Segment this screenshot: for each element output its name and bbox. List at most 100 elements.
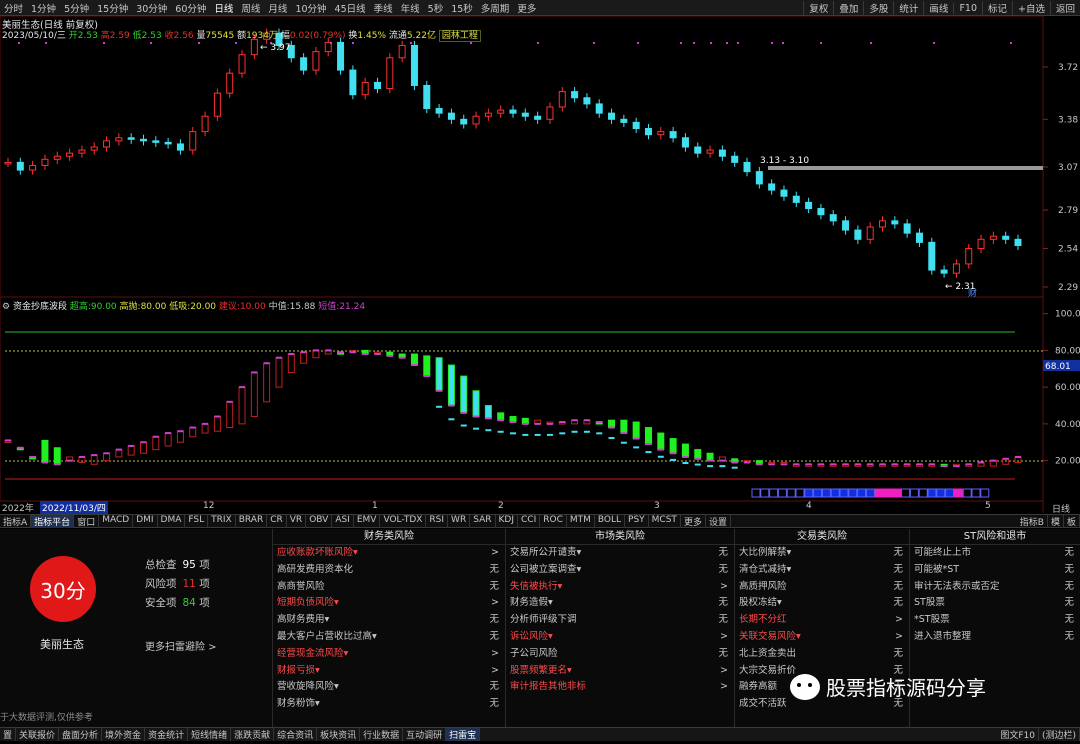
indicator-tab[interactable]: BOLL (595, 514, 626, 528)
risk-item[interactable]: 分析师评级下调 无 (506, 612, 734, 629)
risk-item[interactable]: 营收旋降风险▾ 无 (273, 679, 505, 696)
risk-item[interactable]: 可能终止上市 无 (910, 545, 1080, 562)
risk-item[interactable]: 财务粉饰▾ 无 (273, 696, 505, 713)
risk-item[interactable]: 审计报告其他非标 > (506, 679, 734, 696)
risk-item[interactable]: 诉讼风险▾ > (506, 629, 734, 646)
risk-item[interactable]: 经营现金流风险▾ > (273, 646, 505, 663)
indicator-tab[interactable]: MCST (649, 514, 681, 528)
risk-item[interactable]: *ST股票 无 (910, 612, 1080, 629)
indicator-tab[interactable]: DMI (133, 514, 158, 528)
toolbar-button[interactable]: 统计 (893, 1, 923, 15)
risk-item[interactable]: 长期不分红 > (735, 612, 909, 629)
indicator-tab-right[interactable]: 模 (1048, 514, 1064, 528)
toolbar-button[interactable]: F10 (953, 2, 982, 14)
toolbar-button[interactable]: 多股 (863, 1, 893, 15)
bottom-tab[interactable]: 短线情绪 (188, 728, 232, 741)
risk-item[interactable]: 进入退市整理 无 (910, 629, 1080, 646)
risk-item[interactable]: 应收账款坏账风险▾ > (273, 545, 505, 562)
period-tab[interactable]: 年线 (397, 1, 424, 15)
indicator-tab[interactable]: 窗口 (74, 514, 100, 528)
indicator-tab[interactable]: VOL-TDX (380, 514, 427, 528)
bottom-tab[interactable]: 资金统计 (145, 728, 189, 741)
indicator-tab[interactable]: OBV (306, 514, 333, 528)
period-tab[interactable]: 60分钟 (171, 1, 210, 15)
risk-item[interactable]: 公司被立案调查▾ 无 (506, 562, 734, 579)
risk-item[interactable]: 清仓式减持▾ 无 (735, 562, 909, 579)
risk-item[interactable]: 高研发费用资本化 无 (273, 562, 505, 579)
bottom-tab[interactable]: 置 (0, 728, 17, 741)
toolbar-button[interactable]: +自选 (1012, 1, 1050, 15)
indicator-tab[interactable]: WR (448, 514, 471, 528)
indicator-tab[interactable]: ASI (332, 514, 354, 528)
risk-item[interactable]: 高商誉风险 无 (273, 579, 505, 596)
risk-item[interactable]: 交易所公开谴责▾ 无 (506, 545, 734, 562)
bottom-tab[interactable]: 行业数据 (360, 728, 404, 741)
bottom-tab[interactable]: 境外资金 (102, 728, 146, 741)
bottom-tab[interactable]: 板块资讯 (317, 728, 361, 741)
period-tab[interactable]: 15秒 (447, 1, 477, 15)
bottom-tab[interactable]: 关联报价 (16, 728, 60, 741)
risk-item[interactable]: 关联交易风险▾ > (735, 629, 909, 646)
toolbar-button[interactable]: 标记 (982, 1, 1012, 15)
risk-item[interactable]: 北上资金卖出 无 (735, 646, 909, 663)
bottom-tab[interactable]: 互动调研 (403, 728, 447, 741)
risk-item[interactable]: 财务造假▾ 无 (506, 595, 734, 612)
indicator-tab[interactable]: 设置 (706, 514, 731, 528)
period-tab[interactable]: 月线 (264, 1, 291, 15)
toolbar-button[interactable]: 画线 (923, 1, 953, 15)
period-tab[interactable]: 更多 (513, 1, 540, 15)
indicator-tab[interactable]: EMV (354, 514, 381, 528)
indicator-tab[interactable]: 指标平台 (31, 514, 75, 528)
indicator-tab[interactable]: ROC (540, 514, 567, 528)
risk-item[interactable]: 子公司风险 无 (506, 646, 734, 663)
indicator-tab[interactable]: TRIX (208, 514, 236, 528)
cai-marker[interactable]: 财 (968, 287, 977, 299)
risk-item[interactable]: ST股票 无 (910, 595, 1080, 612)
indicator-tab[interactable]: MACD (99, 514, 134, 528)
risk-item[interactable]: 审计无法表示或否定 无 (910, 579, 1080, 596)
indicator-tab[interactable]: BRAR (236, 514, 268, 528)
toolbar-button[interactable]: 复权 (803, 1, 833, 15)
period-tab[interactable]: 45日线 (331, 1, 370, 15)
risk-item[interactable]: 可能被*ST 无 (910, 562, 1080, 579)
bottom-tab-right[interactable]: 图文F10 (997, 728, 1039, 741)
gear-icon[interactable]: ⚙ (2, 302, 10, 312)
risk-item[interactable]: 高财务费用▾ 无 (273, 612, 505, 629)
risk-item[interactable]: 大比例解禁▾ 无 (735, 545, 909, 562)
period-tab[interactable]: 5分钟 (60, 1, 93, 15)
period-tab[interactable]: 分时 (0, 1, 27, 15)
indicator-tab-right[interactable]: 指标B (1017, 514, 1048, 528)
indicator-tab[interactable]: CR (267, 514, 287, 528)
period-tab[interactable]: 5秒 (424, 1, 448, 15)
period-tab[interactable]: 周线 (237, 1, 264, 15)
risk-item[interactable]: 失信被执行▾ > (506, 579, 734, 596)
indicator-tab-right[interactable]: 板 (1064, 514, 1080, 528)
bottom-tab[interactable]: 盘面分析 (59, 728, 103, 741)
more-scan-link[interactable]: 更多扫雷避险 > (145, 638, 217, 653)
period-tab[interactable]: 15分钟 (93, 1, 132, 15)
risk-item[interactable]: 高质押风险 无 (735, 579, 909, 596)
period-tab[interactable]: 日线 (210, 1, 237, 15)
indicator-tab[interactable]: 指标A (0, 514, 32, 528)
bottom-tab[interactable]: 涨跌贡献 (231, 728, 275, 741)
sector-tag[interactable]: 园林工程 (438, 30, 481, 42)
indicator-name[interactable]: 资金抄底波段 (13, 302, 67, 312)
risk-item[interactable]: 股票频繁更名▾ > (506, 663, 734, 680)
risk-item[interactable]: 股权冻结▾ 无 (735, 595, 909, 612)
bottom-tab-right[interactable]: (测边栏) (1039, 728, 1080, 741)
indicator-tab[interactable]: MTM (567, 514, 595, 528)
indicator-tab[interactable]: FSL (185, 514, 209, 528)
period-tab[interactable]: 季线 (370, 1, 397, 15)
risk-item[interactable]: 财报亏损▾ > (273, 663, 505, 680)
indicator-tab[interactable]: RSI (426, 514, 449, 528)
period-tab[interactable]: 1分钟 (27, 1, 60, 15)
indicator-tab[interactable]: VR (287, 514, 307, 528)
toolbar-button[interactable]: 返回 (1049, 1, 1080, 15)
indicator-tab[interactable]: KDJ (496, 514, 518, 528)
toolbar-button[interactable]: 叠加 (833, 1, 863, 15)
indicator-tab[interactable]: 更多 (681, 514, 706, 528)
indicator-tab[interactable]: SAR (470, 514, 496, 528)
indicator-tab[interactable]: CCI (518, 514, 541, 528)
period-tab[interactable]: 多周期 (477, 1, 514, 15)
period-tab[interactable]: 30分钟 (132, 1, 171, 15)
